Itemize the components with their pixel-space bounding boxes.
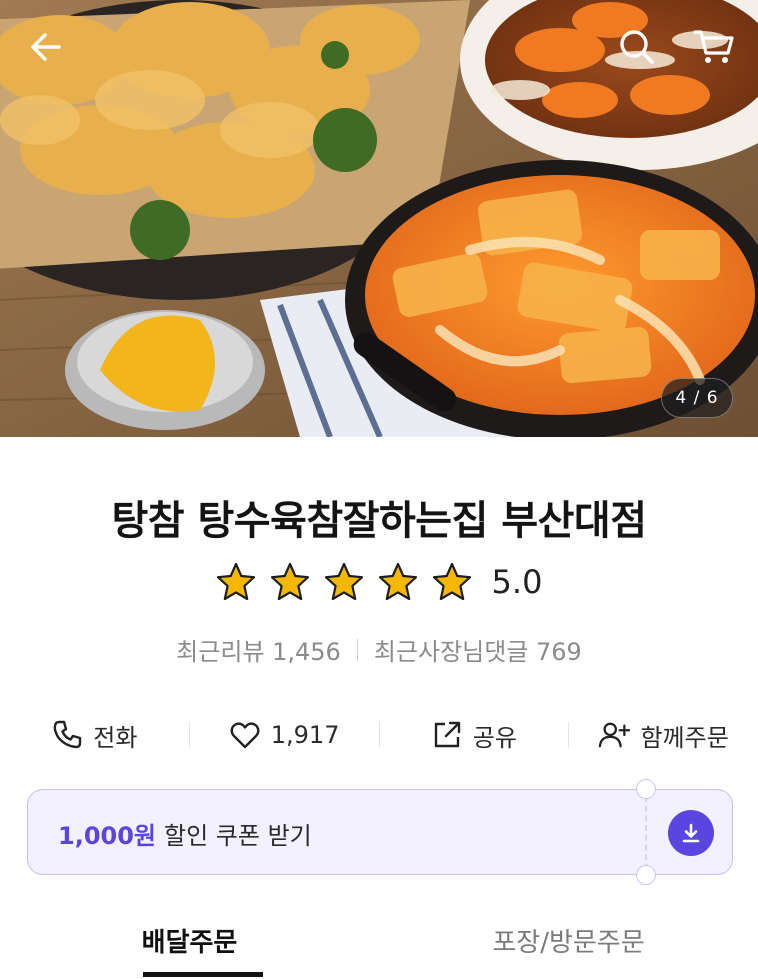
search-icon <box>620 30 654 64</box>
review-meta: 최근리뷰 1,456 최근사장님댓글 769 <box>0 632 758 667</box>
cart-button[interactable] <box>686 22 742 72</box>
favorite-button[interactable]: 1,917 <box>190 719 379 751</box>
coupon-download-button[interactable] <box>668 810 714 856</box>
search-button[interactable] <box>612 22 662 72</box>
tab-pickup[interactable]: 포장/방문주문 <box>379 918 758 979</box>
download-icon <box>682 823 700 843</box>
store-rating[interactable]: 5.0 <box>0 562 758 602</box>
tab-delivery-label: 배달주문 <box>141 928 238 958</box>
call-label: 전화 <box>93 723 138 752</box>
tab-pickup-label: 포장/방문주문 <box>492 928 645 958</box>
coupon-label: 할인 쿠폰 받기 <box>164 821 312 850</box>
share-button[interactable]: 공유 <box>380 718 569 753</box>
phone-icon <box>53 720 82 749</box>
star-icon <box>324 562 363 601</box>
star-icon <box>432 562 471 601</box>
back-button[interactable] <box>20 24 72 70</box>
heart-icon <box>230 722 260 749</box>
store-actions: 전화 1,917 공유 함께주문 <box>0 706 758 764</box>
rating-stars <box>216 562 472 602</box>
arrow-left-icon <box>31 33 61 61</box>
cart-icon <box>693 30 734 63</box>
coupon-notch <box>636 779 656 799</box>
coupon-banner[interactable]: 1,000원 할인 쿠폰 받기 <box>27 779 733 885</box>
coupon-text: 1,000원 할인 쿠폰 받기 <box>58 790 312 876</box>
share-label: 공유 <box>472 723 517 752</box>
owner-replies-link[interactable]: 최근사장님댓글 769 <box>374 632 582 667</box>
share-icon <box>434 721 460 748</box>
star-icon <box>270 562 309 601</box>
store-photo-carousel[interactable]: 4 / 6 <box>0 0 758 437</box>
coupon-amount: 1,000원 <box>58 821 156 850</box>
rating-value: 5.0 <box>491 563 543 601</box>
tab-delivery[interactable]: 배달주문 <box>0 918 379 979</box>
order-type-tabs: 배달주문 포장/방문주문 <box>0 918 758 979</box>
photo-counter: 4 / 6 <box>661 378 733 418</box>
favorite-count: 1,917 <box>270 721 340 749</box>
call-button[interactable]: 전화 <box>0 718 189 753</box>
star-icon <box>216 562 255 601</box>
group-order-label: 함께주문 <box>640 723 729 752</box>
star-icon <box>378 562 417 601</box>
group-order-button[interactable]: 함께주문 <box>569 718 758 753</box>
divider <box>356 638 358 661</box>
coupon-notch <box>636 865 656 885</box>
store-name: 탕참 탕수육참잘하는집 부산대점 <box>111 498 647 544</box>
add-person-icon <box>599 722 631 748</box>
recent-reviews-link[interactable]: 최근리뷰 1,456 <box>176 632 341 667</box>
coupon-perforation <box>645 796 647 870</box>
